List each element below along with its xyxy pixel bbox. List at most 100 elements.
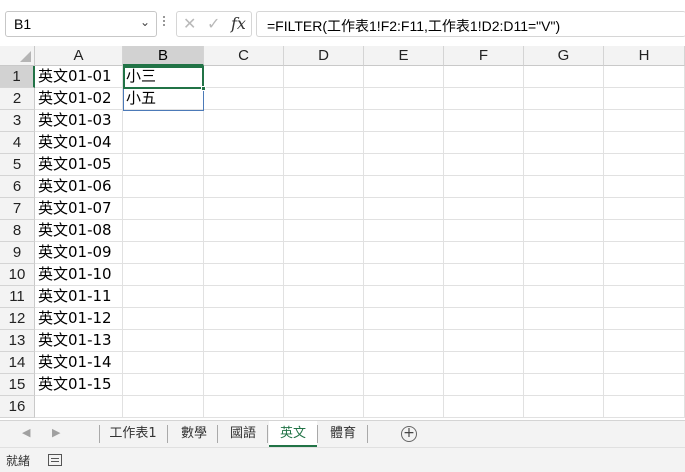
cell-d6[interactable]: [284, 176, 364, 198]
column-header-h[interactable]: H: [604, 46, 685, 66]
row-header-16[interactable]: 16: [0, 396, 35, 418]
cell-b6[interactable]: [123, 176, 204, 198]
cell-b10[interactable]: [123, 264, 204, 286]
cell-d9[interactable]: [284, 242, 364, 264]
formula-input[interactable]: =FILTER(工作表1!F2:F11,工作表1!D2:D11="V"): [256, 11, 685, 37]
cell-c10[interactable]: [204, 264, 284, 286]
row-header-2[interactable]: 2: [0, 88, 35, 110]
cell-b14[interactable]: [123, 352, 204, 374]
cell-b5[interactable]: [123, 154, 204, 176]
cell-e8[interactable]: [364, 220, 444, 242]
cell-b11[interactable]: [123, 286, 204, 308]
cell-d2[interactable]: [284, 88, 364, 110]
cell-g8[interactable]: [524, 220, 604, 242]
column-header-f[interactable]: F: [444, 46, 524, 66]
cell-e6[interactable]: [364, 176, 444, 198]
cell-c9[interactable]: [204, 242, 284, 264]
cell-a1[interactable]: 英文01-01: [35, 66, 123, 88]
cell-c7[interactable]: [204, 198, 284, 220]
cell-c14[interactable]: [204, 352, 284, 374]
row-header-8[interactable]: 8: [0, 220, 35, 242]
cell-a6[interactable]: 英文01-06: [35, 176, 123, 198]
cell-f10[interactable]: [444, 264, 524, 286]
cell-c12[interactable]: [204, 308, 284, 330]
sheet-tab-2[interactable]: 數學: [171, 421, 217, 447]
insert-function-icon[interactable]: fx: [231, 14, 246, 33]
cell-d8[interactable]: [284, 220, 364, 242]
cancel-icon[interactable]: ✕: [183, 14, 196, 33]
cell-a9[interactable]: 英文01-09: [35, 242, 123, 264]
cell-f6[interactable]: [444, 176, 524, 198]
next-sheet-icon[interactable]: ▶: [52, 426, 60, 439]
cell-f11[interactable]: [444, 286, 524, 308]
cell-e14[interactable]: [364, 352, 444, 374]
row-header-3[interactable]: 3: [0, 110, 35, 132]
row-header-12[interactable]: 12: [0, 308, 35, 330]
cell-g9[interactable]: [524, 242, 604, 264]
cell-d5[interactable]: [284, 154, 364, 176]
sheet-tab-3[interactable]: 國語: [220, 421, 266, 447]
cell-f8[interactable]: [444, 220, 524, 242]
row-header-15[interactable]: 15: [0, 374, 35, 396]
cell-e10[interactable]: [364, 264, 444, 286]
cell-d7[interactable]: [284, 198, 364, 220]
cell-e15[interactable]: [364, 374, 444, 396]
column-header-a[interactable]: A: [35, 46, 123, 66]
cell-h12[interactable]: [604, 308, 685, 330]
cell-a15[interactable]: 英文01-15: [35, 374, 123, 396]
cell-a13[interactable]: 英文01-13: [35, 330, 123, 352]
sheet-tab-1[interactable]: 工作表1: [101, 421, 165, 447]
cell-b1[interactable]: 小三: [123, 66, 204, 88]
cell-h16[interactable]: [604, 396, 685, 418]
name-box[interactable]: B1 ⌄: [5, 11, 157, 37]
cell-g10[interactable]: [524, 264, 604, 286]
chevron-down-icon[interactable]: ⌄: [140, 15, 150, 29]
row-header-7[interactable]: 7: [0, 198, 35, 220]
cell-f1[interactable]: [444, 66, 524, 88]
cell-a12[interactable]: 英文01-12: [35, 308, 123, 330]
cell-f13[interactable]: [444, 330, 524, 352]
cell-a11[interactable]: 英文01-11: [35, 286, 123, 308]
cell-f14[interactable]: [444, 352, 524, 374]
cell-e1[interactable]: [364, 66, 444, 88]
cell-g3[interactable]: [524, 110, 604, 132]
cell-a4[interactable]: 英文01-04: [35, 132, 123, 154]
cell-d3[interactable]: [284, 110, 364, 132]
row-header-1[interactable]: 1: [0, 66, 35, 88]
cell-b12[interactable]: [123, 308, 204, 330]
cell-g13[interactable]: [524, 330, 604, 352]
select-all-button[interactable]: [0, 46, 35, 66]
cell-c2[interactable]: [204, 88, 284, 110]
cell-g14[interactable]: [524, 352, 604, 374]
cell-g16[interactable]: [524, 396, 604, 418]
cell-e11[interactable]: [364, 286, 444, 308]
cell-h3[interactable]: [604, 110, 685, 132]
cell-f15[interactable]: [444, 374, 524, 396]
cell-d12[interactable]: [284, 308, 364, 330]
cell-g5[interactable]: [524, 154, 604, 176]
cell-h14[interactable]: [604, 352, 685, 374]
cell-h4[interactable]: [604, 132, 685, 154]
cell-d4[interactable]: [284, 132, 364, 154]
add-sheet-button[interactable]: +: [401, 426, 417, 442]
cell-g12[interactable]: [524, 308, 604, 330]
cell-b7[interactable]: [123, 198, 204, 220]
cell-c11[interactable]: [204, 286, 284, 308]
cell-h5[interactable]: [604, 154, 685, 176]
row-header-14[interactable]: 14: [0, 352, 35, 374]
cell-a8[interactable]: 英文01-08: [35, 220, 123, 242]
cell-b4[interactable]: [123, 132, 204, 154]
cell-h8[interactable]: [604, 220, 685, 242]
cell-h2[interactable]: [604, 88, 685, 110]
cell-b15[interactable]: [123, 374, 204, 396]
cell-f9[interactable]: [444, 242, 524, 264]
formula-text[interactable]: =FILTER(工作表1!F2:F11,工作表1!D2:D11="V"): [267, 16, 560, 36]
row-header-6[interactable]: 6: [0, 176, 35, 198]
column-header-b[interactable]: B: [123, 46, 204, 66]
cell-d10[interactable]: [284, 264, 364, 286]
cell-e16[interactable]: [364, 396, 444, 418]
cell-e2[interactable]: [364, 88, 444, 110]
cell-h9[interactable]: [604, 242, 685, 264]
cell-d16[interactable]: [284, 396, 364, 418]
cell-g2[interactable]: [524, 88, 604, 110]
